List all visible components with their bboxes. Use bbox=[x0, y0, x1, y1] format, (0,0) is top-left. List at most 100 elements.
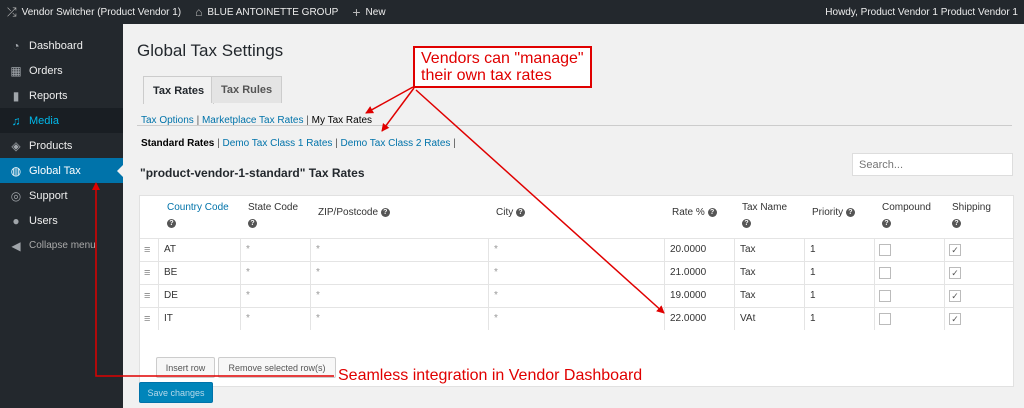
subnav-demo-class-1[interactable]: Demo Tax Class 1 Rates bbox=[223, 138, 333, 149]
new-label: New bbox=[365, 6, 386, 18]
state-cell[interactable]: * bbox=[240, 285, 310, 307]
subnav-standard-rates[interactable]: Standard Rates bbox=[141, 138, 214, 149]
shipping-checkbox[interactable]: ✓ bbox=[949, 313, 961, 325]
zip-cell[interactable]: * bbox=[310, 308, 488, 330]
help-icon[interactable]: ? bbox=[742, 219, 751, 228]
header-label: State Code bbox=[248, 202, 299, 213]
sidebar-item-global-tax[interactable]: ◍ Global Tax bbox=[0, 158, 123, 183]
subnav-marketplace-tax-rates[interactable]: Marketplace Tax Rates bbox=[202, 115, 304, 126]
sidebar-item-users[interactable]: ● Users bbox=[0, 208, 123, 233]
rate-cell[interactable]: 21.0000 bbox=[664, 262, 734, 284]
header-rate: Rate % ? bbox=[672, 207, 717, 218]
help-icon[interactable]: ? bbox=[248, 219, 257, 228]
compound-cell bbox=[874, 239, 944, 261]
city-cell[interactable]: * bbox=[488, 285, 664, 307]
header-country-code[interactable]: Country Code ? bbox=[167, 202, 229, 228]
new-content-link[interactable]: + New bbox=[345, 0, 392, 24]
priority-cell[interactable]: 1 bbox=[804, 285, 874, 307]
box-icon: ◈ bbox=[11, 138, 21, 153]
rate-cell[interactable]: 22.0000 bbox=[664, 308, 734, 330]
rates-heading: "product-vendor-1-standard" Tax Rates bbox=[140, 166, 365, 180]
state-cell[interactable]: * bbox=[240, 308, 310, 330]
priority-cell[interactable]: 1 bbox=[804, 262, 874, 284]
header-zip: ZIP/Postcode ? bbox=[318, 207, 390, 218]
header-state-code: State Code ? bbox=[248, 202, 298, 228]
header-label: Rate % bbox=[672, 207, 705, 218]
zip-cell[interactable]: * bbox=[310, 262, 488, 284]
sidebar-item-label: Global Tax bbox=[29, 164, 81, 177]
tab-tax-rates[interactable]: Tax Rates bbox=[143, 76, 215, 104]
help-icon[interactable]: ? bbox=[952, 219, 961, 228]
annotation-line-1: Vendors can "manage" bbox=[421, 50, 584, 67]
table-row[interactable]: ≡ BE * * * 21.0000 Tax 1 ✓ bbox=[140, 261, 1013, 284]
drag-handle-icon[interactable]: ≡ bbox=[144, 244, 150, 256]
help-icon[interactable]: ? bbox=[167, 219, 176, 228]
account-menu[interactable]: Howdy, Product Vendor 1 Product Vendor 1 bbox=[818, 0, 1024, 24]
tax-name-cell[interactable]: Tax bbox=[734, 239, 804, 261]
sidebar-item-label: Media bbox=[29, 114, 59, 127]
header-compound: Compound ? bbox=[882, 202, 931, 228]
priority-cell[interactable]: 1 bbox=[804, 239, 874, 261]
shipping-checkbox[interactable]: ✓ bbox=[949, 267, 961, 279]
tax-name-cell[interactable]: Tax bbox=[734, 262, 804, 284]
sidebar-item-products[interactable]: ◈ Products bbox=[0, 133, 123, 158]
shipping-cell: ✓ bbox=[944, 262, 1013, 284]
sidebar-item-label: Dashboard bbox=[29, 39, 83, 52]
help-icon[interactable]: ? bbox=[380, 207, 390, 217]
help-icon[interactable]: ? bbox=[845, 207, 855, 217]
table-row[interactable]: ≡ DE * * * 19.0000 Tax 1 ✓ bbox=[140, 284, 1013, 307]
city-cell[interactable]: * bbox=[488, 262, 664, 284]
sidebar-item-label: Support bbox=[29, 189, 68, 202]
rate-cell[interactable]: 19.0000 bbox=[664, 285, 734, 307]
zip-cell[interactable]: * bbox=[310, 239, 488, 261]
country-cell[interactable]: IT bbox=[158, 308, 240, 330]
tax-class-subnav: Standard Rates | Demo Tax Class 1 Rates … bbox=[141, 138, 456, 149]
shipping-checkbox[interactable]: ✓ bbox=[949, 290, 961, 302]
compound-checkbox[interactable] bbox=[879, 244, 891, 256]
remove-rows-button[interactable]: Remove selected row(s) bbox=[218, 357, 336, 378]
insert-row-button[interactable]: Insert row bbox=[156, 357, 215, 378]
drag-handle-icon[interactable]: ≡ bbox=[144, 313, 150, 325]
shipping-checkbox[interactable]: ✓ bbox=[949, 244, 961, 256]
country-cell[interactable]: DE bbox=[158, 285, 240, 307]
subnav-tax-options[interactable]: Tax Options bbox=[141, 115, 194, 126]
subnav-my-tax-rates[interactable]: My Tax Rates bbox=[312, 115, 372, 126]
city-cell[interactable]: * bbox=[488, 308, 664, 330]
vendor-switcher[interactable]: ⤮ Vendor Switcher (Product Vendor 1) bbox=[0, 0, 188, 24]
sidebar-item-dashboard[interactable]: ◔ Dashboard bbox=[0, 33, 123, 58]
city-cell[interactable]: * bbox=[488, 239, 664, 261]
tab-tax-rules[interactable]: Tax Rules bbox=[211, 76, 283, 103]
tax-name-cell[interactable]: VAt bbox=[734, 308, 804, 330]
compound-cell bbox=[874, 308, 944, 330]
media-icon: ♫ bbox=[11, 113, 21, 128]
search-input[interactable] bbox=[852, 153, 1013, 176]
table-row[interactable]: ≡ IT * * * 22.0000 VAt 1 ✓ bbox=[140, 307, 1013, 330]
tax-name-cell[interactable]: Tax bbox=[734, 285, 804, 307]
compound-checkbox[interactable] bbox=[879, 267, 891, 279]
compound-checkbox[interactable] bbox=[879, 290, 891, 302]
priority-cell[interactable]: 1 bbox=[804, 308, 874, 330]
rate-cell[interactable]: 20.0000 bbox=[664, 239, 734, 261]
subnav-demo-class-2[interactable]: Demo Tax Class 2 Rates bbox=[341, 138, 451, 149]
collapse-menu-button[interactable]: ◀ Collapse menu bbox=[0, 233, 123, 258]
sidebar-item-reports[interactable]: ▮ Reports bbox=[0, 83, 123, 108]
sidebar-item-media[interactable]: ♫ Media bbox=[0, 108, 123, 133]
compound-checkbox[interactable] bbox=[879, 313, 891, 325]
drag-handle-icon[interactable]: ≡ bbox=[144, 267, 150, 279]
sidebar-item-support[interactable]: ◎ Support bbox=[0, 183, 123, 208]
help-icon[interactable]: ? bbox=[882, 219, 891, 228]
zip-cell[interactable]: * bbox=[310, 285, 488, 307]
table-row[interactable]: ≡ AT * * * 20.0000 Tax 1 ✓ bbox=[140, 238, 1013, 261]
save-changes-button[interactable]: Save changes bbox=[139, 382, 213, 403]
help-icon[interactable]: ? bbox=[707, 207, 717, 217]
annotation-vendors-manage: Vendors can "manage" their own tax rates bbox=[413, 46, 592, 88]
country-cell[interactable]: AT bbox=[158, 239, 240, 261]
help-icon[interactable]: ? bbox=[516, 207, 526, 217]
state-cell[interactable]: * bbox=[240, 262, 310, 284]
sidebar-item-orders[interactable]: ▦ Orders bbox=[0, 58, 123, 83]
site-name-link[interactable]: ⌂ BLUE ANTOINETTE GROUP bbox=[188, 0, 345, 24]
drag-handle-icon[interactable]: ≡ bbox=[144, 290, 150, 302]
state-cell[interactable]: * bbox=[240, 239, 310, 261]
country-cell[interactable]: BE bbox=[158, 262, 240, 284]
sidebar-item-label: Reports bbox=[29, 89, 68, 102]
